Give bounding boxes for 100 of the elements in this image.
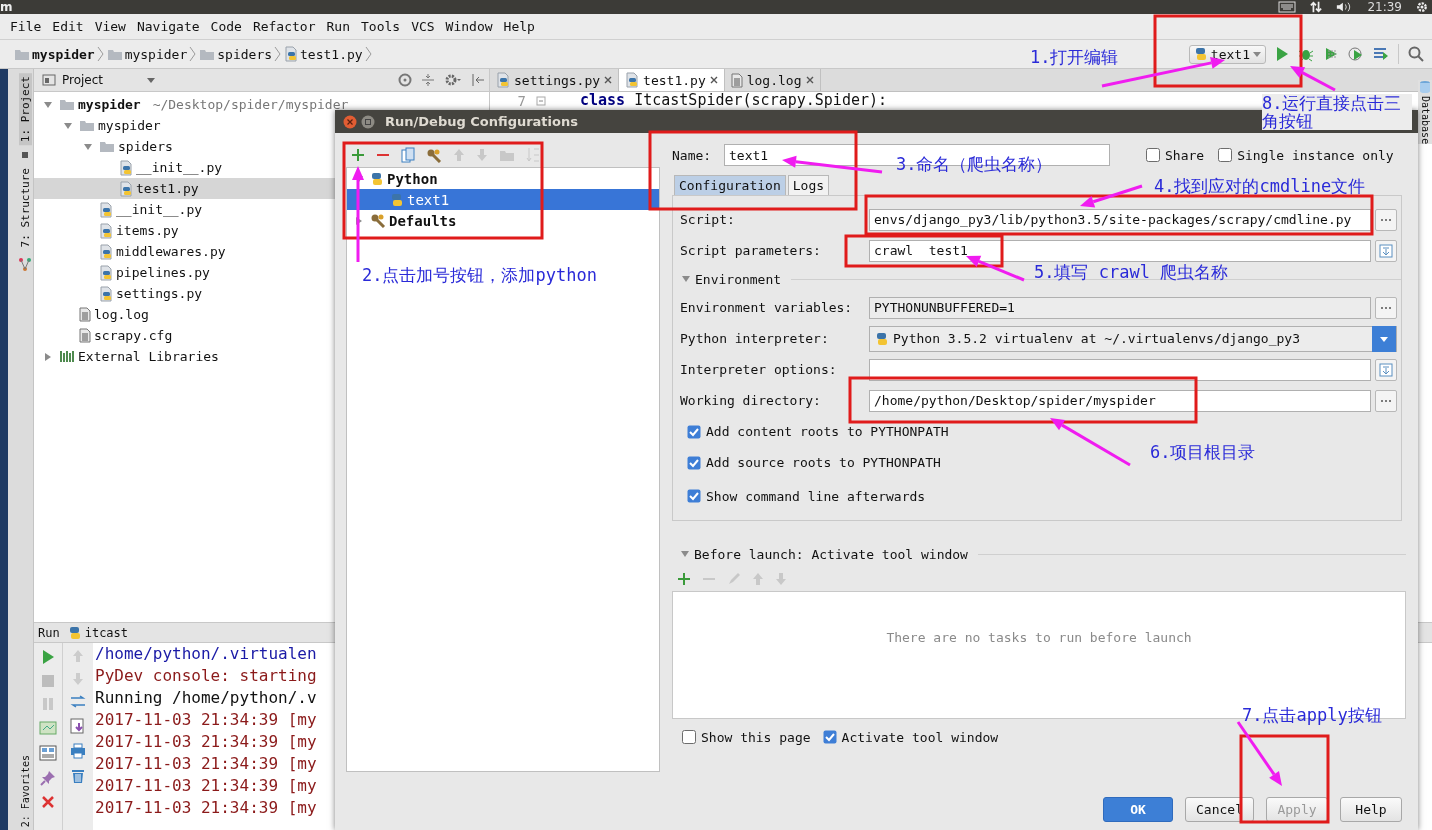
tree-item[interactable]: pipelines.py [34, 262, 342, 283]
menu-item[interactable]: Navigate [136, 19, 200, 34]
tree-item[interactable]: __init__.py [34, 157, 342, 178]
close-icon[interactable] [343, 114, 357, 129]
tool-window-tab[interactable]: 2: Favorites [19, 751, 31, 830]
browse-button[interactable] [1375, 296, 1397, 319]
tree-item[interactable]: myspider [34, 115, 342, 136]
interpreter-dropdown[interactable]: Python 3.5.2 virtualenv at ~/.virtualenvs/django_py3 [869, 325, 1397, 352]
tool-window-tab[interactable]: Database [1418, 80, 1432, 145]
editor-tab[interactable]: settings.py [490, 69, 620, 91]
expand-button[interactable] [1375, 239, 1397, 262]
settings-icon[interactable] [444, 73, 462, 87]
checkbox-label[interactable]: Share [1165, 147, 1205, 163]
editor-tab[interactable]: log.log [724, 69, 821, 91]
tree-item[interactable]: settings.py [34, 283, 342, 304]
expanded-triangle-icon[interactable] [680, 549, 690, 559]
tree-item[interactable]: scrapy.cfg [34, 325, 342, 346]
browse-button[interactable] [1375, 208, 1397, 231]
settings-icon[interactable] [1416, 1, 1428, 13]
section-header[interactable]: Environment [695, 271, 782, 287]
layout-icon[interactable] [39, 745, 57, 761]
dialog-button[interactable]: Cancel [1185, 797, 1254, 822]
copy-icon[interactable] [401, 147, 415, 163]
dialog-button[interactable]: Help [1340, 797, 1402, 822]
expanded-triangle-icon[interactable] [83, 141, 93, 152]
editor-tab[interactable]: test1.py [619, 69, 725, 91]
collapse-icon[interactable] [421, 73, 435, 87]
menu-item[interactable]: Window [445, 19, 493, 34]
checkbox[interactable] [822, 730, 837, 744]
expanded-triangle-icon[interactable] [63, 120, 73, 131]
checkbox-label[interactable]: Add content roots to PYTHONPATH [706, 424, 949, 439]
menu-item[interactable]: Tools [361, 19, 401, 34]
close-icon[interactable] [604, 76, 613, 84]
tree-item[interactable]: Defaults [347, 210, 659, 231]
restore-layout-icon[interactable] [39, 720, 57, 736]
dialog-button[interactable]: OK [1103, 797, 1174, 822]
task-list-icon[interactable] [1373, 47, 1389, 61]
tool-window-tab[interactable]: 7: Structure [18, 165, 32, 251]
checkbox[interactable] [687, 489, 701, 503]
soft-wrap-icon[interactable] [70, 695, 86, 709]
tool-window-tab[interactable]: 1: Project [18, 73, 32, 146]
tree-item[interactable]: log.log [34, 304, 342, 325]
add-icon[interactable] [677, 572, 691, 586]
menu-item[interactable]: Refactor [252, 19, 316, 34]
menu-item[interactable]: File [10, 19, 42, 34]
tree-item[interactable]: items.py [34, 220, 342, 241]
breadcrumb-item[interactable]: test1.py [284, 46, 363, 62]
browse-button[interactable] [1375, 389, 1397, 412]
expanded-triangle-icon[interactable] [43, 99, 53, 110]
input-field[interactable]: envs/django_py3/lib/python3.5/site-packages/scrapy/cmdline.py [869, 208, 1371, 231]
menu-item[interactable]: Run [326, 19, 350, 34]
run-configuration-dropdown[interactable]: text1 [1188, 44, 1266, 64]
tree-item[interactable]: External Libraries [34, 346, 342, 367]
maximize-icon[interactable] [361, 114, 375, 129]
close-icon[interactable] [805, 76, 814, 84]
collapsed-triangle-icon[interactable] [354, 215, 364, 226]
input-field[interactable]: crawl test1 [869, 239, 1371, 262]
checkbox[interactable] [1218, 148, 1233, 162]
tree-item[interactable]: __init__.py [34, 199, 342, 220]
tree-item[interactable]: text1 [347, 189, 659, 210]
print-icon[interactable] [70, 743, 86, 759]
menu-item[interactable]: Edit [52, 19, 84, 34]
menu-item[interactable]: VCS [411, 19, 435, 34]
collapsed-triangle-icon[interactable] [43, 351, 53, 362]
panel-title-dropdown[interactable]: Project [42, 73, 156, 87]
expanded-triangle-icon[interactable] [681, 274, 691, 284]
checkbox-label[interactable]: Show this page [701, 729, 811, 745]
close-icon[interactable] [709, 76, 718, 84]
tab[interactable]: Configuration [674, 175, 786, 195]
menu-item[interactable]: View [94, 19, 126, 34]
menu-item[interactable]: Code [210, 19, 242, 34]
trash-icon[interactable] [71, 768, 85, 784]
checkbox[interactable] [1146, 148, 1160, 162]
coverage-icon[interactable] [1323, 46, 1339, 62]
export-icon[interactable] [70, 718, 86, 734]
checkbox-label[interactable]: Add source roots to PYTHONPATH [706, 455, 941, 470]
expand-button[interactable] [1375, 358, 1397, 381]
close-icon[interactable] [41, 795, 55, 809]
checkbox-label[interactable]: Show command line afterwards [706, 488, 926, 504]
pin-icon[interactable] [40, 770, 56, 786]
checkbox-label[interactable]: Activate tool window [841, 729, 999, 745]
run-tab[interactable]: itcast [67, 625, 129, 640]
tree-item[interactable]: spiders [34, 136, 342, 157]
checkbox-label[interactable]: Single instance only [1237, 147, 1394, 163]
add-icon[interactable] [351, 148, 365, 162]
checkbox[interactable] [682, 730, 696, 744]
profile-icon[interactable] [1348, 46, 1364, 62]
input-field[interactable]: /home/python/Desktop/spider/myspider [869, 389, 1371, 412]
tree-item[interactable]: middlewares.py [34, 241, 342, 262]
checkbox[interactable] [687, 455, 701, 470]
checkbox[interactable] [687, 424, 701, 439]
search-icon[interactable] [1408, 46, 1424, 62]
breadcrumb-item[interactable]: myspider [14, 46, 95, 62]
input-field[interactable] [869, 358, 1371, 381]
breadcrumb-item[interactable]: spiders [199, 46, 273, 62]
rerun-icon[interactable] [41, 649, 55, 665]
section-header[interactable]: Before launch: Activate tool window [694, 546, 968, 562]
input-field[interactable]: PYTHONUNBUFFERED=1 [869, 296, 1371, 319]
tree-item[interactable]: myspider ~/Desktop/spider/myspider [34, 94, 349, 115]
breadcrumb-item[interactable]: myspider [106, 46, 188, 62]
